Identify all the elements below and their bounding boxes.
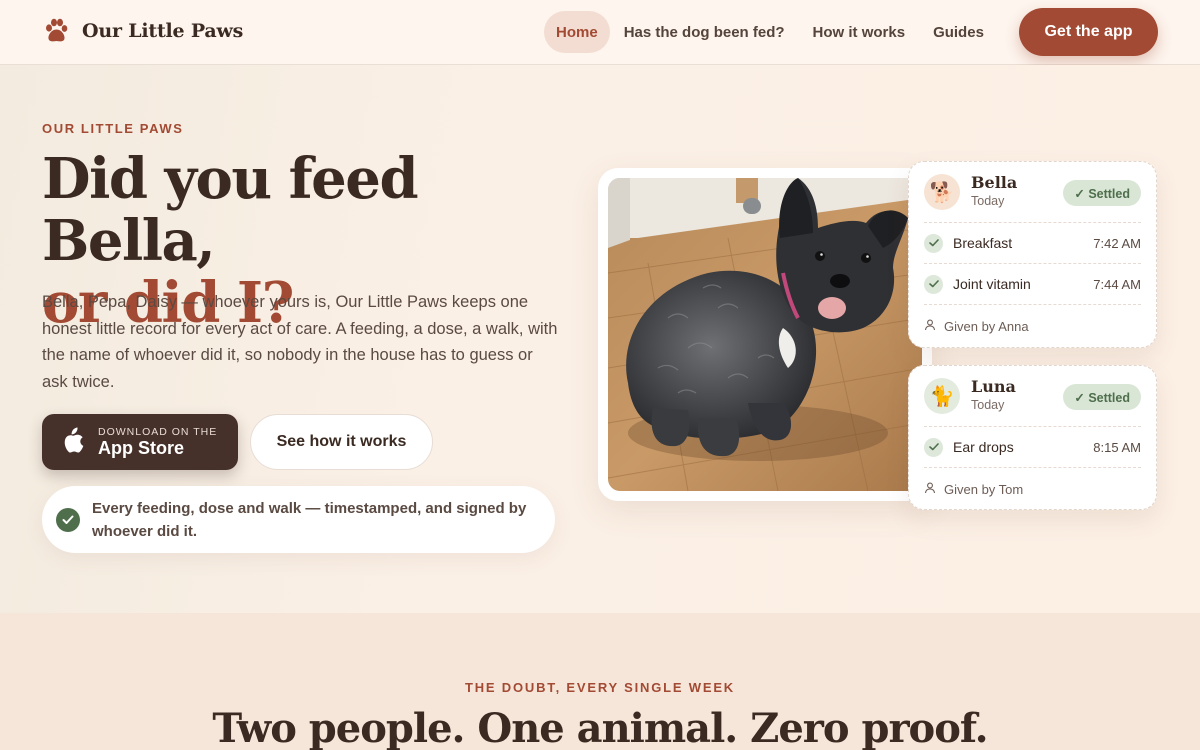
care-entry-row: Breakfast 7:42 AM	[924, 223, 1141, 264]
check-icon	[924, 274, 943, 294]
proof-pill: Every feeding, dose and walk — timestamp…	[42, 486, 555, 553]
dog-photo-frame	[598, 168, 932, 501]
nav-how-it-works[interactable]: How it works	[799, 11, 920, 53]
pet-name: Luna	[971, 377, 1016, 396]
cat-icon: 🐈	[924, 378, 960, 414]
pet-info: Luna Today	[971, 378, 1016, 414]
app-store-button[interactable]: DOWNLOAD ON THE App Store	[42, 414, 238, 470]
hero-eyebrow: OUR LITTLE PAWS	[42, 121, 184, 136]
given-by: Given by Anna	[924, 305, 1141, 347]
person-icon	[924, 482, 936, 497]
care-entry-time: 7:42 AM	[1093, 235, 1141, 251]
site-header: Our Little Paws Home Has the dog been fe…	[0, 0, 1200, 65]
given-by-text: Given by Anna	[944, 318, 1029, 334]
main-nav: Home Has the dog been fed? How it works …	[544, 11, 998, 53]
pet-card-luna[interactable]: 🐈 Luna Today ✓ Settled Ear drops 8:15 AM…	[908, 365, 1157, 510]
care-entry-label: Ear drops	[953, 439, 1014, 455]
pet-day: Today	[971, 194, 1005, 208]
app-store-small-label: DOWNLOAD ON THE	[98, 426, 218, 438]
see-how-it-works-button[interactable]: See how it works	[250, 414, 433, 470]
care-entry-label: Joint vitamin	[953, 276, 1031, 292]
hero-lead: Bella, Pepa, Daisy — whoever yours is, O…	[42, 293, 558, 391]
care-entry-time: 8:15 AM	[1093, 439, 1141, 455]
pet-card-bella[interactable]: 🐕 Bella Today ✓ Settled Breakfast 7:42 A…	[908, 161, 1157, 348]
pet-name: Bella	[971, 173, 1018, 192]
apple-icon	[62, 427, 84, 458]
paw-icon	[44, 18, 68, 44]
dog-icon: 🐕	[924, 174, 960, 210]
nav-guides[interactable]: Guides	[919, 11, 998, 53]
check-icon	[924, 233, 943, 253]
nav-has-dog-been-fed[interactable]: Has the dog been fed?	[610, 11, 799, 53]
check-circle-icon	[56, 507, 80, 532]
dog-photo	[608, 178, 922, 491]
pet-card-header: 🐕 Bella Today ✓ Settled	[924, 162, 1141, 223]
care-entry-label: Breakfast	[953, 235, 1013, 251]
person-icon	[924, 319, 936, 334]
pet-card-header: 🐈 Luna Today ✓ Settled	[924, 366, 1141, 427]
given-by: Given by Tom	[924, 468, 1141, 510]
check-icon	[924, 437, 943, 457]
pet-day: Today	[971, 398, 1005, 412]
status-badge: ✓ Settled	[1063, 180, 1141, 206]
care-entry-time: 7:44 AM	[1093, 276, 1141, 292]
brand-name: Our Little Paws	[82, 20, 244, 42]
doubt-title: Two people. One animal. Zero proof.	[212, 705, 988, 750]
hero-title-line1: Did you feed Bella,	[42, 146, 419, 274]
get-app-button[interactable]: Get the app	[1019, 8, 1158, 56]
proof-text: Every feeding, dose and walk — timestamp…	[92, 499, 527, 540]
app-store-big-label: App Store	[98, 438, 185, 458]
doubt-section: THE DOUBT, EVERY SINGLE WEEK Two people.…	[0, 613, 1200, 750]
brand-logo[interactable]: Our Little Paws	[44, 18, 243, 44]
doubt-eyebrow: THE DOUBT, EVERY SINGLE WEEK	[465, 680, 735, 695]
app-store-text: DOWNLOAD ON THE App Store	[98, 426, 217, 458]
nav-home[interactable]: Home	[544, 11, 610, 53]
care-entry-row: Ear drops 8:15 AM	[924, 427, 1141, 468]
status-badge: ✓ Settled	[1063, 384, 1141, 410]
given-by-text: Given by Tom	[944, 481, 1024, 497]
care-entry-row: Joint vitamin 7:44 AM	[924, 264, 1141, 305]
pet-info: Bella Today	[971, 174, 1017, 210]
